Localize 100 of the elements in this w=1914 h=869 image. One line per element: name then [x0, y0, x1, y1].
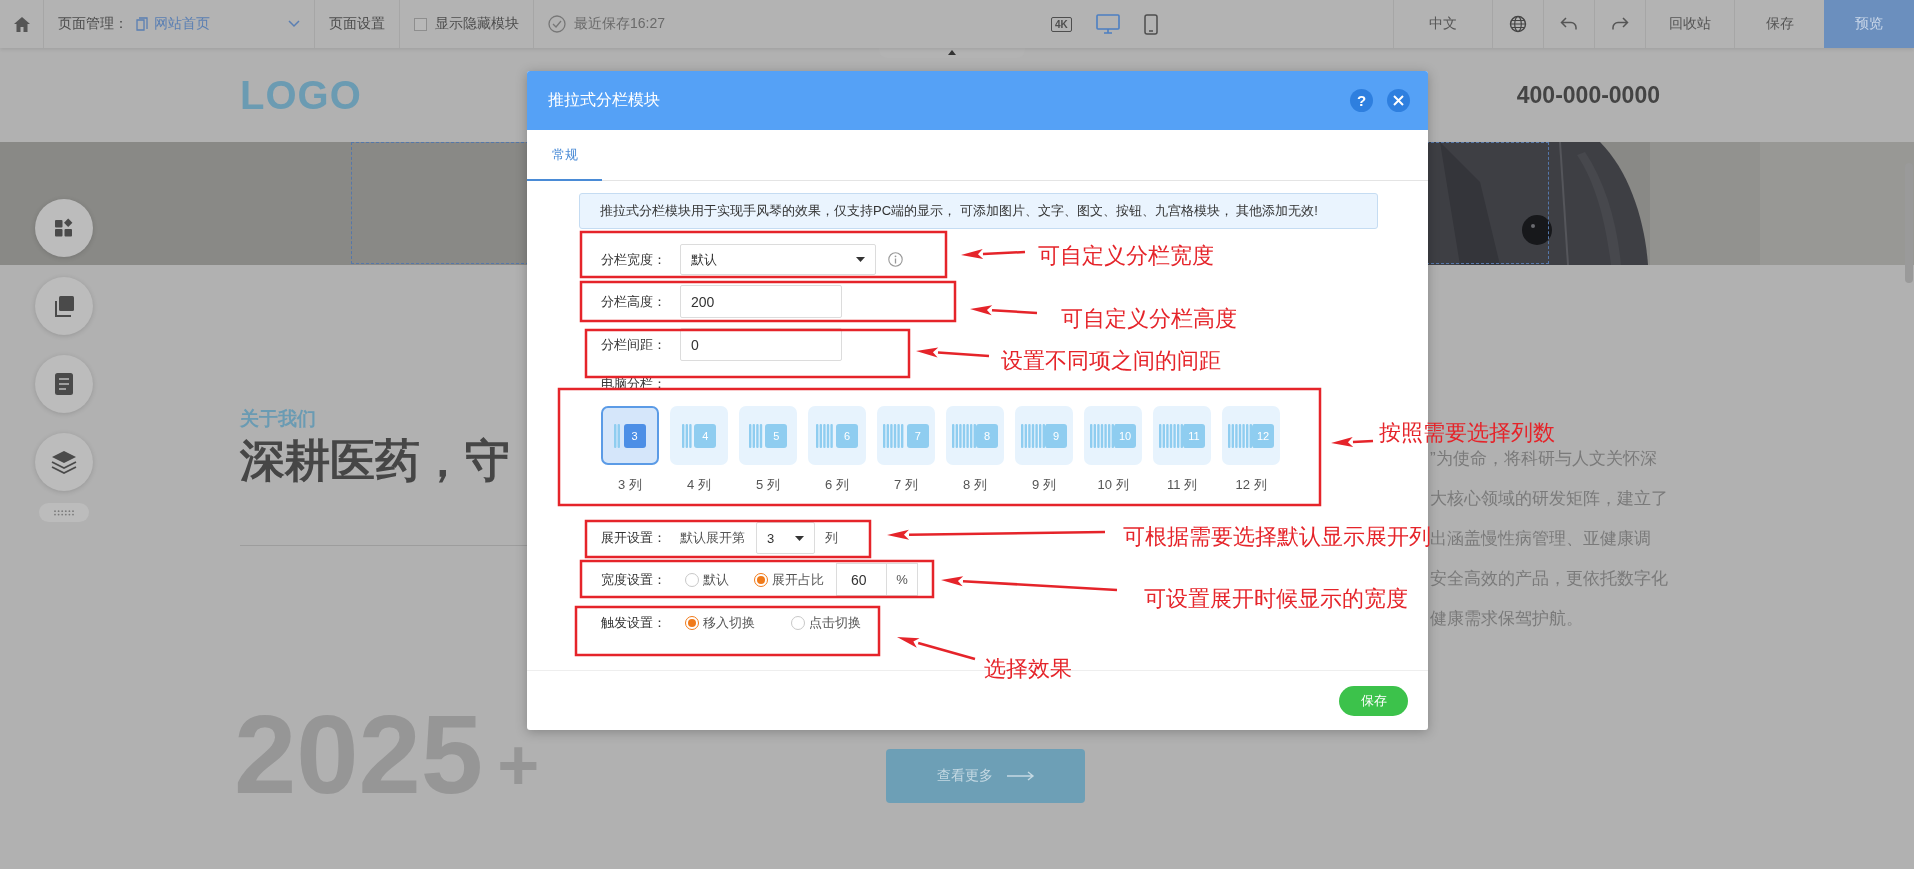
field-text: 默认展开第 [680, 529, 745, 547]
dropdown[interactable]: 默认 [680, 244, 876, 275]
field-label: 分栏间距： [601, 335, 667, 354]
bars-icon [614, 423, 622, 448]
input-field[interactable]: 60 [836, 563, 886, 596]
column-option[interactable]: 9 [1015, 406, 1073, 465]
column-label: 4 列 [687, 477, 711, 493]
input-field[interactable]: 200 [680, 285, 842, 318]
monitor-icon[interactable] [1095, 14, 1120, 34]
radio-button[interactable] [685, 572, 699, 587]
dialog-title: 推拉式分栏模块 [548, 90, 661, 110]
radio-button[interactable] [791, 616, 805, 630]
close-button[interactable] [1387, 89, 1410, 112]
bars-icon [681, 423, 693, 448]
column-option[interactable]: 5 [739, 406, 797, 465]
annotation-text: 设置不同项之间的间距 [1001, 348, 1221, 374]
preview-button[interactable]: 预览 [1824, 0, 1914, 48]
field-text: 列 [825, 529, 838, 547]
column-label: 3 列 [618, 477, 642, 493]
save-button[interactable]: 保存 [1339, 685, 1408, 716]
column-option[interactable]: 12 [1222, 406, 1280, 465]
undo-icon[interactable] [1560, 17, 1578, 31]
caret-icon [948, 50, 956, 55]
scrollbar-thumb[interactable] [1905, 163, 1913, 283]
annotation-text: 选择效果 [984, 656, 1072, 682]
column-option[interactable]: 8 [946, 406, 1004, 465]
phone-icon[interactable] [1143, 13, 1158, 35]
info-icon[interactable] [888, 252, 903, 267]
annotation-text: 可根据需要选择默认显示展开列 [1123, 524, 1431, 550]
page-settings-link[interactable]: 页面设置 [329, 15, 385, 33]
4k-device-button[interactable]: 4K [1051, 16, 1072, 32]
radio-button[interactable] [685, 616, 699, 630]
copy-icon [53, 295, 75, 317]
column-number: 8 [976, 423, 998, 448]
field-label: 宽度设置： [601, 570, 667, 589]
page-select[interactable]: 网站首页 [136, 15, 210, 33]
column-number: 6 [836, 423, 858, 448]
column-label: 12 列 [1235, 477, 1267, 493]
notice-banner: 推拉式分栏模块用于实现手风琴的效果，仅支持PC端的显示， 可添加图片、文字、图文、按钮、九宫格模块， 其他添加无效! [579, 193, 1378, 229]
column-label: 9 列 [1032, 477, 1056, 493]
column-option[interactable]: 10 [1084, 406, 1142, 465]
column-number: 9 [1045, 423, 1067, 448]
annotation-text: 可自定义分栏宽度 [1038, 243, 1214, 269]
globe-icon[interactable] [1509, 15, 1527, 33]
input-field[interactable]: 0 [680, 328, 842, 361]
chevron-icon[interactable] [288, 20, 300, 28]
radio-label: 移入切换 [703, 614, 755, 632]
phone-number: 400-000-0000 [1516, 81, 1660, 109]
column-number: 5 [765, 423, 788, 448]
document-icon [54, 372, 74, 396]
radio-label: 点击切换 [809, 614, 861, 632]
column-label: 11 列 [1166, 477, 1198, 493]
dropdown[interactable]: 3 [756, 522, 815, 554]
arrow [970, 305, 1038, 316]
column-option[interactable]: 6 [808, 406, 866, 465]
column-number: 10 [1114, 423, 1136, 448]
annotation-text: 可自定义分栏高度 [1061, 306, 1237, 332]
grip-icon [53, 509, 75, 516]
section-label: 关于我们 [240, 407, 316, 431]
last-saved-text: 最近保存16:27 [574, 15, 666, 33]
radio-label: 默认 [703, 570, 729, 589]
copy-button[interactable] [35, 277, 93, 335]
arrow [961, 249, 1026, 259]
bars-icon [748, 423, 764, 448]
radio-button[interactable] [754, 572, 768, 587]
logo: LOGO [240, 72, 362, 118]
home-icon [12, 15, 31, 33]
column-option[interactable]: 3 [601, 406, 659, 465]
column-number: 4 [694, 423, 717, 448]
document-button[interactable] [35, 355, 93, 413]
column-number: 11 [1183, 423, 1205, 448]
field-label: 分栏高度： [601, 292, 667, 311]
tab[interactable]: 常规 [527, 130, 602, 181]
layers-button[interactable] [35, 433, 93, 491]
column-option[interactable]: 11 [1153, 406, 1211, 465]
help-button[interactable]: ? [1350, 89, 1373, 112]
close-icon [1393, 95, 1404, 106]
more-button[interactable]: 查看更多 [886, 749, 1085, 803]
annotation-text: 可设置展开时候显示的宽度 [1144, 586, 1408, 612]
column-option[interactable]: 4 [670, 406, 728, 465]
layers-icon [51, 450, 77, 474]
redo-icon[interactable] [1611, 17, 1629, 31]
widgets-icon [54, 218, 74, 238]
drag-handle[interactable] [39, 503, 89, 522]
bars-icon [816, 423, 834, 448]
column-number: 12 [1252, 423, 1274, 448]
field-label: 触发设置： [601, 614, 667, 632]
column-option[interactable]: 7 [877, 406, 935, 465]
language-button[interactable]: 中文 [1429, 15, 1457, 33]
field-label: 展开设置： [601, 529, 667, 547]
checkbox[interactable] [414, 17, 427, 31]
plus-sign: + [497, 729, 540, 801]
column-label: 5 列 [756, 477, 780, 493]
column-label: 7 列 [894, 477, 918, 493]
caret-icon [856, 257, 865, 262]
check-circle-icon [548, 15, 566, 33]
recycle-bin-button[interactable]: 回收站 [1645, 0, 1734, 48]
headline: 深耕医药，守 [240, 434, 510, 488]
unit-label: % [886, 563, 918, 596]
radio-label: 展开占比 [772, 570, 824, 589]
